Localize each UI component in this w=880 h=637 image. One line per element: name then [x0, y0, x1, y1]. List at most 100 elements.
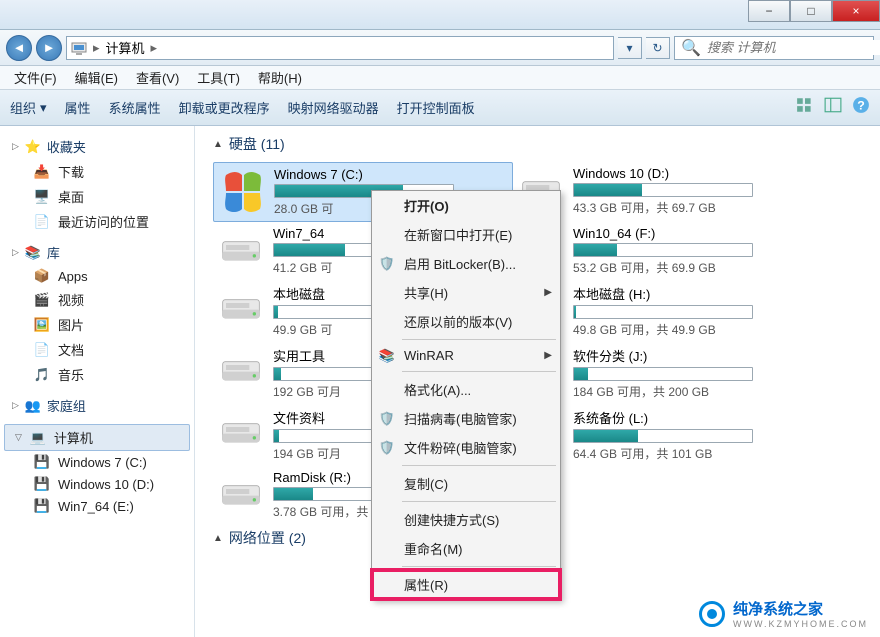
toolbar: 组织 ▾ 属性 系统属性 卸载或更改程序 映射网络驱动器 打开控制面板 ? — [0, 90, 880, 126]
recent-icon: 📄 — [34, 214, 50, 230]
drive-usage-text: 43.3 GB 可用，共 69.7 GB — [573, 199, 809, 216]
ctx-rename[interactable]: 重命名(M) — [372, 534, 560, 563]
watermark: 纯净系统之家 WWW.KZMYHOME.COM — [699, 598, 868, 629]
picture-icon: 🖼️ — [34, 317, 50, 333]
drive-usage-text: 184 GB 可用，共 200 GB — [573, 383, 809, 400]
sidebar-drive-d[interactable]: 💾Windows 10 (D:) — [0, 473, 194, 495]
sidebar-homegroup[interactable]: ▷👥家庭组 — [0, 393, 194, 418]
drive-icon — [217, 470, 265, 518]
drive-name: Win10_64 (F:) — [573, 226, 809, 241]
sidebar-libraries[interactable]: ▷📚库 — [0, 240, 194, 265]
sidebar-downloads[interactable]: 📥下载 — [0, 159, 194, 184]
drive-usage-text: 64.4 GB 可用，共 101 GB — [573, 445, 809, 462]
music-icon: 🎵 — [34, 367, 50, 383]
download-icon: 📥 — [34, 164, 50, 180]
address-bar[interactable]: ▸ 计算机 ▸ — [66, 36, 614, 60]
refresh-button[interactable]: ↻ — [646, 37, 670, 59]
sidebar: ▷⭐收藏夹 📥下载 🖥️桌面 📄最近访问的位置 ▷📚库 📦Apps 🎬视频 🖼️… — [0, 126, 195, 637]
ctx-separator — [402, 371, 556, 372]
view-mode-button[interactable] — [796, 96, 814, 119]
menu-file[interactable]: 文件(F) — [6, 66, 65, 89]
drive-icon — [217, 408, 265, 456]
breadcrumb-sep: ▸ — [151, 40, 158, 56]
drive-name: Windows 7 (C:) — [274, 167, 508, 182]
title-bar: − □ × — [0, 0, 880, 30]
sidebar-videos[interactable]: 🎬视频 — [0, 287, 194, 312]
maximize-button[interactable]: □ — [790, 0, 832, 22]
ctx-separator — [402, 501, 556, 502]
sidebar-pictures[interactable]: 🖼️图片 — [0, 312, 194, 337]
ctx-scan[interactable]: 🛡️扫描病毒(电脑管家) — [372, 404, 560, 433]
library-icon: 📚 — [25, 245, 41, 261]
sidebar-desktop[interactable]: 🖥️桌面 — [0, 184, 194, 209]
system-properties-button[interactable]: 系统属性 — [109, 98, 161, 117]
organize-button[interactable]: 组织 ▾ — [10, 98, 47, 117]
drive-usage-text: 49.8 GB 可用，共 49.9 GB — [573, 321, 809, 338]
drive-icon — [217, 284, 265, 332]
apps-icon: 📦 — [34, 268, 50, 284]
drive-icon: 💾 — [34, 476, 50, 492]
control-panel-button[interactable]: 打开控制面板 — [397, 98, 475, 117]
sidebar-drive-e[interactable]: 💾Win7_64 (E:) — [0, 495, 194, 517]
ctx-restore[interactable]: 还原以前的版本(V) — [372, 307, 560, 336]
watermark-logo-icon — [699, 601, 725, 627]
help-button[interactable]: ? — [852, 96, 870, 119]
sidebar-drive-c[interactable]: 💾Windows 7 (C:) — [0, 451, 194, 473]
breadcrumb-item[interactable]: 计算机 — [106, 38, 145, 57]
drive-usage-bar — [573, 243, 753, 257]
map-drive-button[interactable]: 映射网络驱动器 — [288, 98, 379, 117]
drive-icon: 💾 — [34, 498, 50, 514]
pane-button[interactable] — [824, 96, 842, 119]
forward-button[interactable]: ► — [36, 35, 62, 61]
address-dropdown[interactable]: ▾ — [618, 37, 642, 59]
ctx-separator — [402, 566, 556, 567]
star-icon: ⭐ — [25, 139, 41, 155]
drive-name: 本地磁盘 (H:) — [573, 284, 809, 303]
sidebar-apps[interactable]: 📦Apps — [0, 265, 194, 287]
computer-icon — [71, 40, 87, 56]
drive-usage-text: 53.2 GB 可用，共 69.9 GB — [573, 259, 809, 276]
document-icon: 📄 — [34, 342, 50, 358]
section-harddisk[interactable]: ▲硬盘 (11) — [213, 134, 874, 154]
back-button[interactable]: ◄ — [6, 35, 32, 61]
desktop-icon: 🖥️ — [34, 189, 50, 205]
minimize-button[interactable]: − — [748, 0, 790, 22]
menu-help[interactable]: 帮助(H) — [250, 66, 310, 89]
ctx-open-new-window[interactable]: 在新窗口中打开(E) — [372, 220, 560, 249]
search-box[interactable]: 🔍 — [674, 36, 874, 60]
ctx-bitlocker[interactable]: 🛡️启用 BitLocker(B)... — [372, 249, 560, 278]
menu-bar: 文件(F) 编辑(E) 查看(V) 工具(T) 帮助(H) — [0, 66, 880, 90]
properties-button[interactable]: 属性 — [65, 98, 91, 117]
ctx-winrar[interactable]: 📚WinRAR▶ — [372, 343, 560, 368]
ctx-separator — [402, 465, 556, 466]
drive-name: 系统备份 (L:) — [573, 408, 809, 427]
drive-usage-bar — [573, 429, 753, 443]
svg-text:?: ? — [857, 99, 865, 113]
search-input[interactable] — [707, 40, 880, 55]
search-icon: 🔍 — [681, 38, 701, 58]
ctx-open[interactable]: 打开(O) — [372, 191, 560, 220]
sidebar-computer[interactable]: ▽💻计算机 — [4, 424, 190, 451]
uninstall-button[interactable]: 卸载或更改程序 — [179, 98, 270, 117]
sidebar-documents[interactable]: 📄文档 — [0, 337, 194, 362]
menu-tools[interactable]: 工具(T) — [189, 66, 248, 89]
sidebar-music[interactable]: 🎵音乐 — [0, 362, 194, 387]
nav-bar: ◄ ► ▸ 计算机 ▸ ▾ ↻ 🔍 — [0, 30, 880, 66]
drive-icon — [217, 346, 265, 394]
ctx-format[interactable]: 格式化(A)... — [372, 375, 560, 404]
ctx-shortcut[interactable]: 创建快捷方式(S) — [372, 505, 560, 534]
close-button[interactable]: × — [832, 0, 880, 22]
ctx-shred[interactable]: 🛡️文件粉碎(电脑管家) — [372, 433, 560, 462]
ctx-copy[interactable]: 复制(C) — [372, 469, 560, 498]
menu-view[interactable]: 查看(V) — [128, 66, 187, 89]
sidebar-favorites[interactable]: ▷⭐收藏夹 — [0, 134, 194, 159]
breadcrumb-sep: ▸ — [93, 40, 100, 56]
watermark-url: WWW.KZMYHOME.COM — [733, 619, 868, 629]
drive-name: 软件分类 (J:) — [573, 346, 809, 365]
drive-usage-bar — [573, 305, 753, 319]
sidebar-recent[interactable]: 📄最近访问的位置 — [0, 209, 194, 234]
ctx-separator — [402, 339, 556, 340]
menu-edit[interactable]: 编辑(E) — [67, 66, 126, 89]
ctx-properties[interactable]: 属性(R) — [372, 570, 560, 599]
ctx-share[interactable]: 共享(H)▶ — [372, 278, 560, 307]
